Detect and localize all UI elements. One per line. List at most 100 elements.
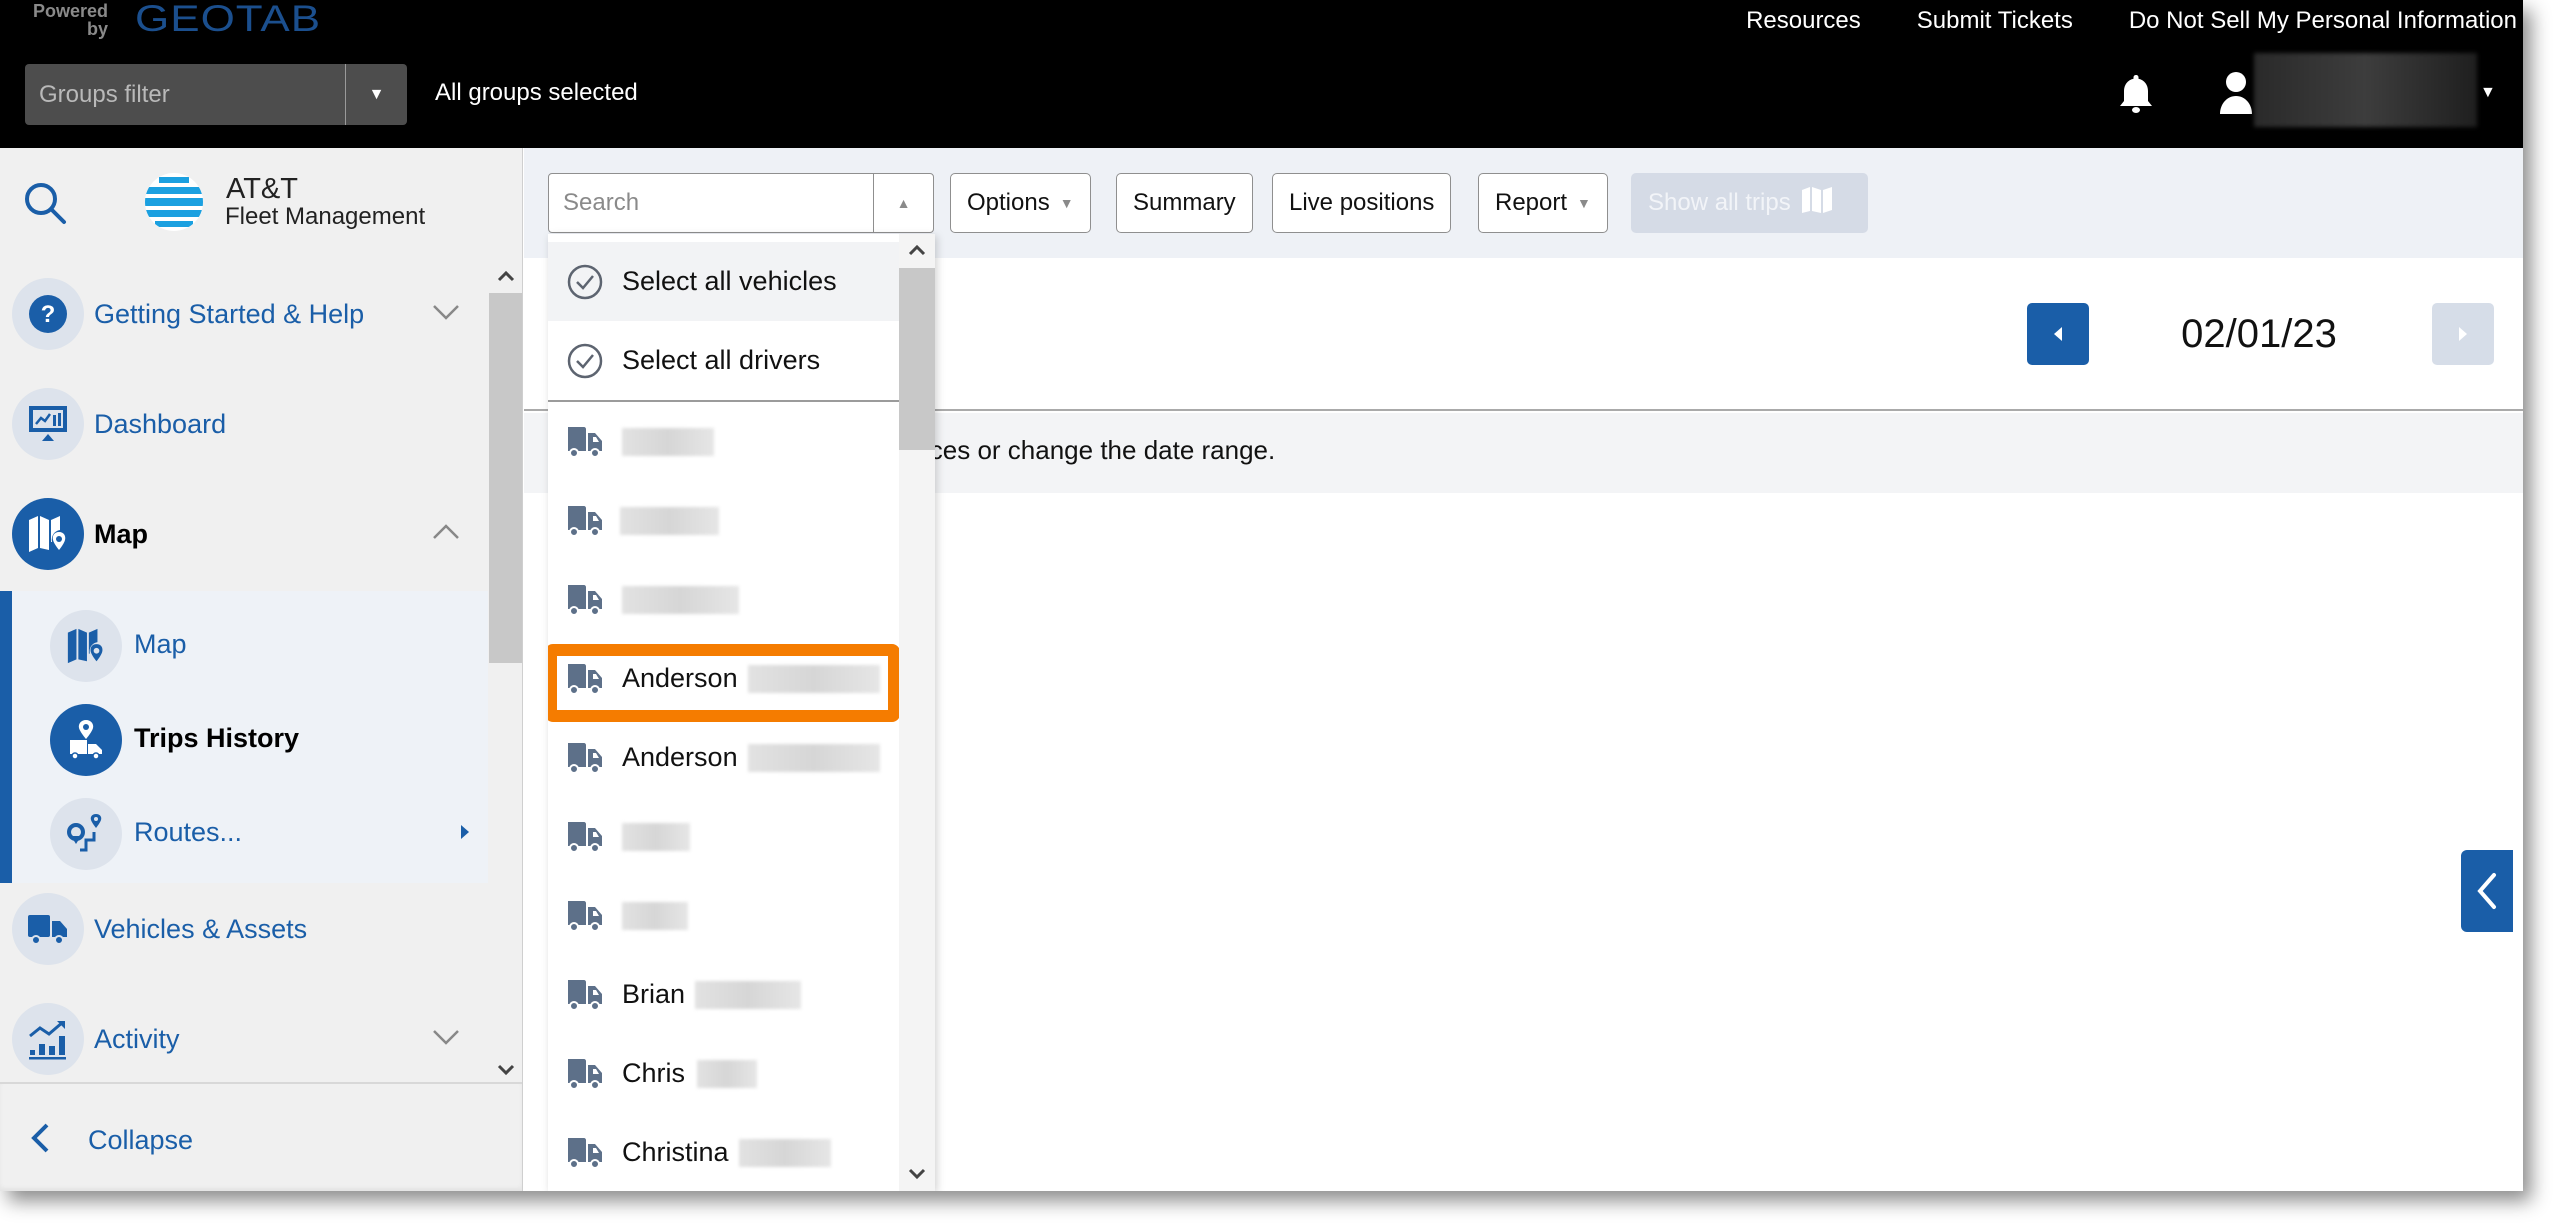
search-dropdown-toggle[interactable]: ▲	[873, 174, 933, 232]
live-positions-button[interactable]: Live positions	[1272, 173, 1452, 233]
option-label: Select all vehicles	[622, 266, 837, 296]
map-icon	[50, 610, 122, 682]
sidebar-item-dashboard[interactable]: Dashboard	[0, 374, 488, 474]
vehicle-option[interactable]	[548, 560, 899, 639]
vehicle-option[interactable]	[548, 402, 899, 481]
current-date: 02/01/23	[2181, 312, 2337, 356]
sidebar-item-map[interactable]: Map	[0, 484, 488, 584]
sidebar-item-getting-started[interactable]: ? Getting Started & Help	[0, 264, 488, 364]
search-input[interactable]	[549, 174, 873, 232]
activity-icon	[12, 1003, 84, 1075]
summary-button[interactable]: Summary	[1116, 173, 1253, 233]
truck-icon	[12, 893, 84, 965]
show-all-trips-button[interactable]: Show all trips	[1631, 173, 1868, 233]
truck-icon	[566, 820, 604, 854]
chevron-down-icon	[432, 1028, 460, 1051]
redacted-text	[695, 980, 802, 1009]
scroll-down-icon[interactable]	[496, 1060, 516, 1080]
sidebar-footer: Collapse	[0, 1082, 522, 1191]
resources-link[interactable]: Resources	[1718, 6, 1889, 36]
help-icon: ?	[12, 278, 84, 350]
redacted-text	[697, 1059, 758, 1088]
sidebar-subitem-routes[interactable]: Routes...	[12, 787, 488, 881]
previous-date-button[interactable]	[2027, 303, 2089, 365]
select-all-drivers-option[interactable]: Select all drivers	[548, 321, 899, 400]
dropdown-scrollbar[interactable]	[899, 234, 935, 1191]
search-icon[interactable]	[22, 180, 70, 233]
sidebar-subitem-label: Trips History	[134, 723, 300, 753]
sidebar-item-label: Vehicles & Assets	[94, 913, 308, 944]
vehicle-option[interactable]: Anderson	[548, 718, 899, 797]
vehicle-option-highlighted[interactable]: Anderson	[548, 639, 900, 722]
truck-icon	[566, 1136, 604, 1170]
trips-history-icon	[50, 704, 122, 776]
map-submenu: Map Trips History Routes...	[0, 591, 488, 883]
do-not-sell-link[interactable]: Do Not Sell My Personal Information	[2101, 6, 2523, 36]
vehicle-option[interactable]: Christina	[548, 1113, 899, 1191]
collapse-button[interactable]: Collapse	[30, 1122, 193, 1159]
notifications-bell-icon[interactable]	[2116, 72, 2156, 121]
truck-icon	[566, 1057, 604, 1091]
summary-label: Summary	[1133, 189, 1236, 216]
redacted-text	[747, 664, 880, 693]
submit-tickets-link[interactable]: Submit Tickets	[1889, 6, 2101, 36]
chevron-down-icon	[432, 303, 460, 326]
top-links: Resources Submit Tickets Do Not Sell My …	[1718, 6, 2523, 36]
sidebar-subitem-map[interactable]: Map	[12, 599, 488, 693]
scroll-up-icon[interactable]	[496, 266, 516, 286]
groups-filter-input[interactable]: Groups filter	[25, 64, 345, 125]
logo-subtitle: Fleet Management	[225, 203, 426, 230]
caret-right-icon	[460, 824, 470, 845]
select-all-vehicles-option[interactable]: Select all vehicles	[548, 242, 899, 321]
vehicle-driver-dropdown: Select all vehicles Select all drivers A…	[548, 234, 935, 1191]
att-globe-logo-icon	[145, 173, 203, 231]
sidebar-subitem-trips-history[interactable]: Trips History	[12, 693, 488, 787]
sidebar-scrollbar-thumb[interactable]	[489, 293, 522, 663]
truck-icon	[566, 583, 604, 617]
report-button[interactable]: Report ▼	[1478, 173, 1608, 233]
vehicle-option[interactable]: Chris	[548, 1034, 899, 1113]
scroll-up-icon[interactable]	[907, 240, 927, 260]
logo-title: AT&T	[226, 173, 298, 205]
user-menu-caret-icon[interactable]: ▼	[2480, 84, 2496, 102]
caret-down-icon: ▼	[1577, 195, 1591, 211]
groups-filter-dropdown-button[interactable]: ▼	[345, 64, 407, 125]
powered-by-label: Powered by	[32, 1, 108, 39]
redacted-text	[747, 743, 880, 772]
redacted-text	[622, 822, 690, 851]
option-label: Select all drivers	[622, 345, 821, 375]
vehicle-name: Brian	[622, 979, 686, 1009]
expand-panel-button[interactable]	[2461, 850, 2513, 932]
vehicle-option[interactable]: Brian	[548, 955, 899, 1034]
chevron-left-icon	[30, 1122, 50, 1159]
notice-text: ices or change the date range.	[924, 435, 1276, 465]
redacted-text	[738, 1138, 831, 1167]
dropdown-scrollbar-thumb[interactable]	[899, 268, 935, 450]
vehicle-search[interactable]: ▲	[548, 173, 934, 233]
check-circle-icon	[567, 343, 603, 378]
sidebar-scrollbar[interactable]	[489, 260, 522, 1083]
vehicle-option[interactable]	[548, 797, 899, 876]
groups-filter[interactable]: Groups filter ▼	[25, 64, 407, 125]
caret-up-icon: ▲	[896, 195, 911, 211]
caret-down-icon: ▼	[1059, 195, 1074, 211]
options-button[interactable]: Options ▼	[950, 173, 1091, 233]
user-name[interactable]	[2254, 53, 2477, 127]
scroll-down-icon[interactable]	[907, 1164, 927, 1184]
user-icon[interactable]	[2218, 70, 2254, 121]
next-date-button[interactable]	[2432, 303, 2494, 365]
truck-icon	[566, 662, 604, 696]
sidebar-item-vehicles-assets[interactable]: Vehicles & Assets	[0, 879, 488, 979]
caret-left-icon	[2054, 327, 2062, 341]
svg-text:?: ?	[41, 301, 56, 328]
caret-down-icon: ▼	[368, 85, 385, 103]
dropdown-list: Select all vehicles Select all drivers A…	[548, 234, 900, 1191]
sidebar-item-activity[interactable]: Activity	[0, 989, 488, 1089]
vehicle-option[interactable]	[548, 481, 899, 560]
truck-icon	[566, 504, 604, 538]
vehicle-name: Anderson	[622, 663, 738, 693]
map-icon	[1801, 186, 1833, 221]
redacted-text	[620, 506, 719, 535]
show-all-trips-label: Show all trips	[1648, 189, 1791, 216]
vehicle-option[interactable]	[548, 876, 899, 955]
